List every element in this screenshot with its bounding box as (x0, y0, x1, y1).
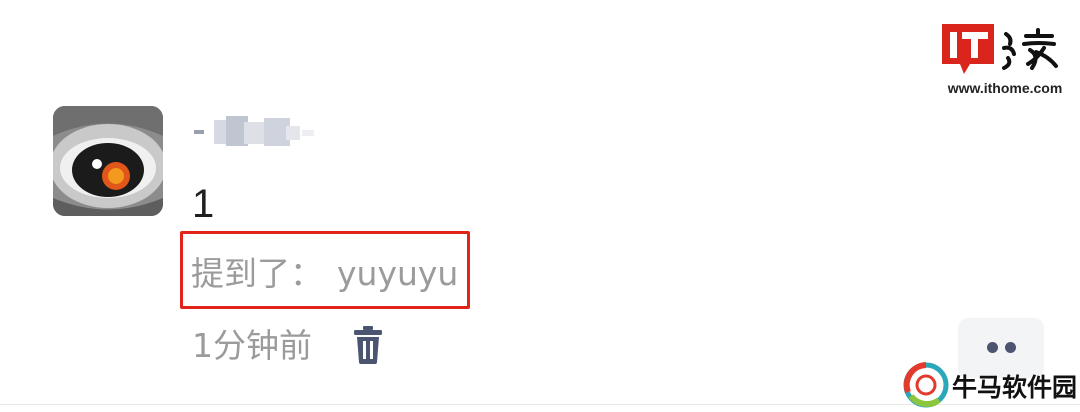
mention-line: 提到了： yuyuyu (191, 252, 458, 296)
username-blurred (192, 112, 322, 152)
more-dots-icon (987, 342, 998, 353)
mention-username[interactable]: yuyuyu (337, 254, 458, 293)
ithome-logo-icon (942, 24, 1058, 74)
niuma-logo-icon (903, 362, 949, 408)
avatar[interactable] (53, 106, 163, 216)
niuma-site-name: 牛马软件园 (952, 373, 1078, 402)
delete-button[interactable] (352, 324, 384, 366)
niuma-logo (903, 362, 949, 408)
eye-avatar-icon (53, 106, 163, 216)
trash-icon (354, 326, 382, 364)
ithome-url: www.ithome.com (947, 80, 1063, 96)
comment-content: 1 (192, 182, 215, 226)
timestamp: 1分钟前 (192, 326, 312, 365)
mention-label: 提到了： (191, 254, 323, 293)
